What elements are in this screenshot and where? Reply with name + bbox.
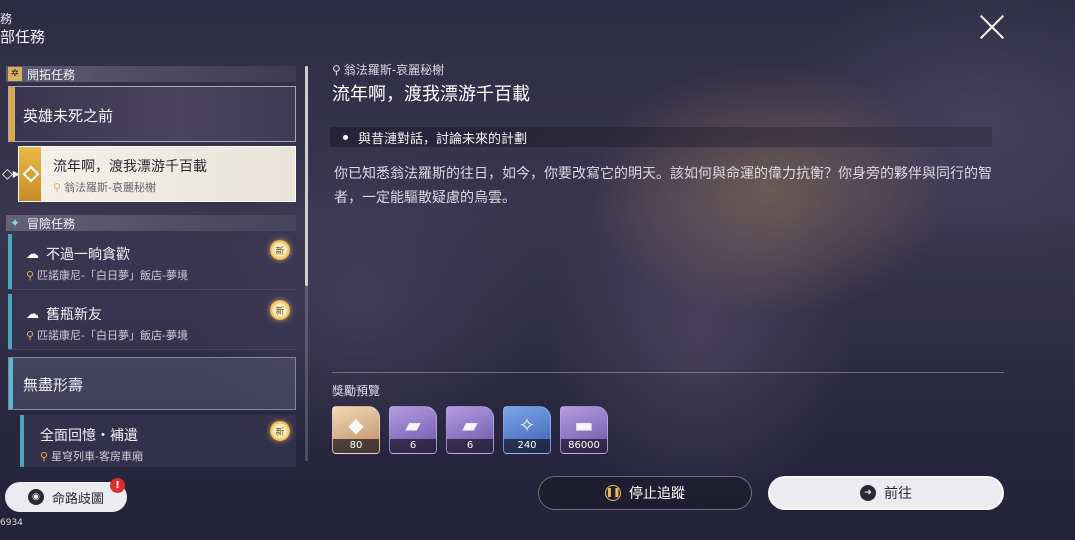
quest-item-adventure[interactable]: ☁ 不過一晌貪歡 ⚲ 匹諾康尼-「白日夢」飯店-夢境 新 <box>8 234 296 290</box>
reward-count: 240 <box>504 439 550 453</box>
quest-item-adventure[interactable]: 全面回憶・補遺 ⚲ 星穹列車-客房車廂 新 <box>20 415 296 467</box>
reward-count: 80 <box>333 439 379 453</box>
quest-accent-bar <box>8 234 12 289</box>
arrow-right-icon: ➜ <box>860 485 876 501</box>
detail-location: ⚲ 翁法羅斯-哀麗秘榭 <box>332 61 444 78</box>
list-scrollbar-thumb[interactable] <box>305 66 308 286</box>
section-trailblaze: ✲ 開拓任務 <box>6 66 296 82</box>
go-label: 前往 <box>884 486 912 502</box>
reward-item[interactable]: ◆ 80 <box>332 406 380 454</box>
quest-location-text: 匹諾康尼-「白日夢」飯店-夢境 <box>37 329 188 342</box>
location-pin-icon: ⚲ <box>53 181 62 194</box>
quest-location-text: 翁法羅斯-哀麗秘榭 <box>64 181 157 194</box>
rewards-list: ◆ 80 ▰ 6 ▰ 6 ✧ 240 ▬ 86000 <box>332 406 608 454</box>
quest-description: 你已知悉翁法羅斯的往日，如今，你要改寫它的明天。該如何與命運的偉力抗衡？你身旁的… <box>334 166 992 206</box>
reward-item[interactable]: ✧ 240 <box>503 406 551 454</box>
quest-location-text: 匹諾康尼-「白日夢」飯店-夢境 <box>37 269 188 282</box>
reward-count: 6 <box>390 439 436 453</box>
route-map-button[interactable]: ◉ 命路歧圖 <box>5 482 127 512</box>
route-map-label: 命路歧圖 <box>51 491 104 507</box>
location-pin-icon: ⚲ <box>26 269 35 282</box>
rewards-label: 獎勵預覽 <box>332 384 381 398</box>
go-button[interactable]: ➜ 前往 <box>768 476 1004 510</box>
quest-title: 不過一晌貪歡 <box>46 247 130 263</box>
quest-location-text: 星穹列車-客房車廂 <box>51 450 144 463</box>
header-category: 務 <box>0 12 13 26</box>
detail-title: 流年啊，渡我漂游千百載 <box>332 84 530 105</box>
reward-item[interactable]: ▰ 6 <box>446 406 494 454</box>
trailblaze-icon: ✲ <box>8 67 22 81</box>
quest-title: 舊瓶新友 <box>46 307 102 323</box>
reward-count: 86000 <box>561 439 607 453</box>
reward-count: 6 <box>447 439 493 453</box>
quest-location: ⚲ 匹諾康尼-「白日夢」飯店-夢境 <box>26 267 188 283</box>
new-badge: 新 <box>270 300 290 320</box>
quest-accent-bar <box>20 415 24 467</box>
quest-title: 無盡形壽 <box>23 376 84 394</box>
location-pin-icon: ⚲ <box>26 329 35 342</box>
pause-icon: ❚❚ <box>605 485 621 501</box>
alert-badge: ! <box>110 478 125 493</box>
quest-accent-bar <box>9 87 15 141</box>
light-cone-icon: ▰ <box>462 413 478 437</box>
new-badge: 新 <box>270 240 290 260</box>
divider <box>332 372 1004 373</box>
quest-location: ⚲ 星穹列車-客房車廂 <box>40 448 143 464</box>
quest-title: 英雄未死之前 <box>23 107 114 125</box>
credit-icon: ▬ <box>574 413 594 437</box>
quest-objective: 與昔漣對話，討論未來的計劃 <box>330 127 992 147</box>
quest-accent-bar <box>9 358 13 409</box>
section-trailblaze-label: 開拓任務 <box>27 67 76 82</box>
uid-text: 6934 <box>0 518 23 528</box>
quest-group-header[interactable]: 無盡形壽 <box>8 357 296 410</box>
route-map-icon: ◉ <box>27 489 44 505</box>
quest-location: ⚲ 匹諾康尼-「白日夢」飯店-夢境 <box>26 327 188 343</box>
adventure-quest-icon: ☁ <box>26 307 39 322</box>
stop-tracking-label: 停止追蹤 <box>629 486 685 502</box>
new-badge: 新 <box>270 421 290 441</box>
reward-item[interactable]: ▰ 6 <box>389 406 437 454</box>
objective-text: 與昔漣對話，討論未來的計劃 <box>358 131 528 147</box>
page-title: 部任務 <box>0 28 46 46</box>
detail-location-text: 翁法羅斯-哀麗秘榭 <box>343 63 445 77</box>
objective-bullet-icon <box>343 134 348 140</box>
quest-item-hero[interactable]: 英雄未死之前 <box>8 86 296 142</box>
exp-material-icon: ✧ <box>518 413 536 437</box>
stop-tracking-button[interactable]: ❚❚ 停止追蹤 <box>538 476 752 510</box>
reward-item[interactable]: ▬ 86000 <box>560 406 608 454</box>
adventure-icon: ✦ <box>9 216 21 230</box>
section-adventure: ✦ 冒險任務 <box>6 215 296 231</box>
quest-item-adventure[interactable]: ☁ 舊瓶新友 ⚲ 匹諾康尼-「白日夢」飯店-夢境 新 <box>8 294 296 350</box>
quest-title: 全面回憶・補遺 <box>40 428 138 444</box>
location-pin-icon: ⚲ <box>40 450 49 463</box>
adventure-quest-icon: ☁ <box>26 247 39 262</box>
quest-accent-bar <box>8 294 12 349</box>
location-pin-icon: ⚲ <box>332 63 341 77</box>
light-cone-icon: ▰ <box>405 413 421 437</box>
quest-item-selected[interactable]: 流年啊，渡我漂游千百載 ⚲ 翁法羅斯-哀麗秘榭 <box>18 146 296 202</box>
crystal-icon: ◆ <box>348 413 364 437</box>
quest-title: 流年啊，渡我漂游千百載 <box>53 159 207 175</box>
close-icon[interactable] <box>979 14 1005 40</box>
section-adventure-label: 冒險任務 <box>27 216 76 231</box>
quest-location: ⚲ 翁法羅斯-哀麗秘榭 <box>53 179 156 195</box>
